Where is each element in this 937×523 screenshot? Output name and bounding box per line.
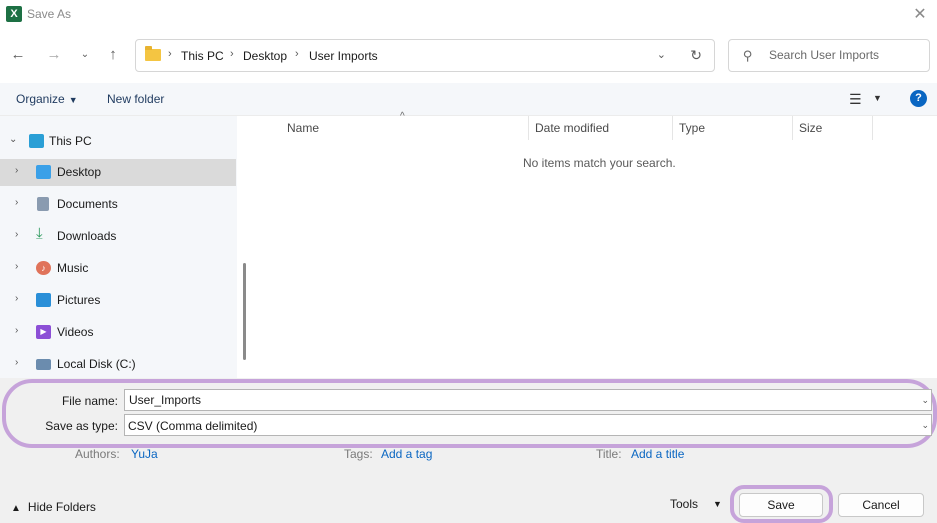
search-input[interactable] [769, 48, 924, 62]
file-name-field[interactable]: ⌄ [124, 389, 932, 411]
tree-item-pictures[interactable]: › Pictures [0, 287, 236, 314]
caret-up-icon: ▲ [11, 503, 21, 514]
address-dropdown-icon[interactable]: ⌄ [657, 48, 666, 61]
sort-ascending-icon: ^ [400, 111, 405, 122]
save-as-type-select[interactable]: CSV (Comma delimited) ⌄ [124, 414, 932, 436]
column-divider[interactable] [872, 116, 873, 140]
up-arrow-icon[interactable]: ↑ [102, 44, 124, 66]
chevron-right-icon[interactable]: › [15, 229, 18, 240]
search-box[interactable]: ⚲ [728, 39, 930, 72]
navigation-pane: ⌄ This PC › Desktop › Documents › ⤓ Down… [0, 116, 237, 378]
back-arrow-icon[interactable]: ← [7, 44, 29, 66]
tags-value[interactable]: Add a tag [381, 447, 432, 461]
cancel-button[interactable]: Cancel [838, 493, 924, 517]
folder-icon [145, 46, 161, 61]
refresh-icon[interactable]: ↻ [690, 47, 702, 64]
documents-icon [37, 197, 49, 211]
title-bar: X Save As ✕ [0, 0, 937, 30]
save-button[interactable]: Save [739, 493, 823, 517]
tree-item-label: Documents [57, 197, 118, 211]
tree-item-local-disk[interactable]: › Local Disk (C:) [0, 351, 236, 378]
chevron-down-icon[interactable]: ⌄ [921, 420, 929, 431]
recent-locations-chevron-icon[interactable]: ⌄ [74, 44, 96, 66]
forward-arrow-icon[interactable]: → [43, 44, 65, 66]
tree-item-this-pc[interactable]: ⌄ This PC [0, 128, 236, 155]
music-icon: ♪ [36, 261, 51, 275]
pc-icon [29, 134, 44, 148]
file-list: ^ Name Date modified Type Size No items … [255, 111, 937, 378]
column-divider[interactable] [528, 116, 529, 140]
column-header-type[interactable]: Type [679, 121, 705, 135]
address-bar[interactable]: › This PC › Desktop › User Imports ⌄ ↻ [135, 39, 715, 72]
tree-item-downloads[interactable]: › ⤓ Downloads [0, 223, 236, 250]
view-caret-down-icon[interactable]: ▼ [873, 93, 882, 103]
chevron-right-icon[interactable]: › [15, 165, 18, 176]
authors-label: Authors: [75, 447, 120, 461]
column-divider[interactable] [792, 116, 793, 140]
tools-caret-down-icon[interactable]: ▼ [713, 499, 722, 509]
disk-icon [36, 359, 51, 370]
tree-item-label: Music [57, 261, 89, 275]
column-header-size[interactable]: Size [799, 121, 822, 135]
tree-item-desktop[interactable]: › Desktop [0, 159, 236, 186]
chevron-right-icon[interactable]: › [15, 261, 18, 272]
tree-item-label: Local Disk (C:) [57, 357, 136, 371]
tree-item-documents[interactable]: › Documents [0, 191, 236, 218]
tools-button[interactable]: Tools [670, 497, 698, 511]
videos-icon: ▶ [36, 325, 51, 339]
chevron-down-icon[interactable]: ⌄ [9, 134, 17, 145]
save-as-type-label: Save as type: [45, 419, 118, 433]
breadcrumb-separator-icon: › [230, 48, 234, 60]
breadcrumb-separator-icon: › [168, 48, 172, 60]
title-label: Title: [596, 447, 622, 461]
desktop-icon [36, 165, 51, 179]
new-folder-button[interactable]: New folder [107, 92, 164, 106]
tree-item-label: Pictures [57, 293, 101, 307]
navigation-scrollbar[interactable] [243, 263, 246, 360]
column-header-date-modified[interactable]: Date modified [535, 121, 609, 135]
tree-item-music[interactable]: › ♪ Music [0, 255, 236, 282]
command-bar: Organize ▼ New folder ☰ ▼ ? [0, 83, 937, 116]
tree-item-label: This PC [49, 134, 92, 148]
breadcrumb-user-imports[interactable]: User Imports [309, 49, 378, 63]
help-icon[interactable]: ? [910, 90, 927, 107]
organize-button[interactable]: Organize ▼ [16, 92, 78, 106]
window-title: Save As [27, 7, 72, 21]
downloads-icon: ⤓ [36, 225, 43, 242]
pictures-icon [36, 293, 51, 307]
column-header-name[interactable]: Name [287, 121, 319, 135]
chevron-right-icon[interactable]: › [15, 325, 18, 336]
chevron-right-icon[interactable]: › [15, 293, 18, 304]
hide-folders-button[interactable]: ▲ Hide Folders [11, 500, 96, 514]
chevron-right-icon[interactable]: › [15, 197, 18, 208]
search-icon: ⚲ [743, 48, 753, 63]
save-options-panel: File name: ⌄ Save as type: CSV (Comma de… [0, 378, 937, 523]
hide-folders-label: Hide Folders [27, 500, 96, 514]
caret-down-icon: ▼ [68, 95, 78, 105]
close-icon[interactable]: ✕ [909, 4, 931, 26]
breadcrumb-this-pc[interactable]: This PC [181, 49, 224, 63]
authors-value[interactable]: YuJa [131, 447, 158, 461]
tree-item-videos[interactable]: › ▶ Videos [0, 319, 236, 346]
organize-label: Organize [16, 92, 65, 106]
save-as-type-value: CSV (Comma delimited) [128, 419, 258, 433]
tree-item-label: Videos [57, 325, 94, 339]
tree-item-label: Downloads [57, 229, 117, 243]
breadcrumb-desktop[interactable]: Desktop [243, 49, 287, 63]
empty-message: No items match your search. [523, 156, 676, 170]
chevron-down-icon[interactable]: ⌄ [921, 395, 929, 406]
breadcrumb-separator-icon: › [295, 48, 299, 60]
view-list-icon[interactable]: ☰ [849, 91, 862, 108]
tags-label: Tags: [344, 447, 373, 461]
tree-item-label: Desktop [57, 165, 102, 179]
file-name-label: File name: [61, 394, 118, 408]
title-value[interactable]: Add a title [631, 447, 684, 461]
chevron-right-icon[interactable]: › [15, 357, 18, 368]
file-name-input[interactable] [129, 393, 909, 407]
excel-icon: X [6, 6, 22, 22]
column-divider[interactable] [672, 116, 673, 140]
